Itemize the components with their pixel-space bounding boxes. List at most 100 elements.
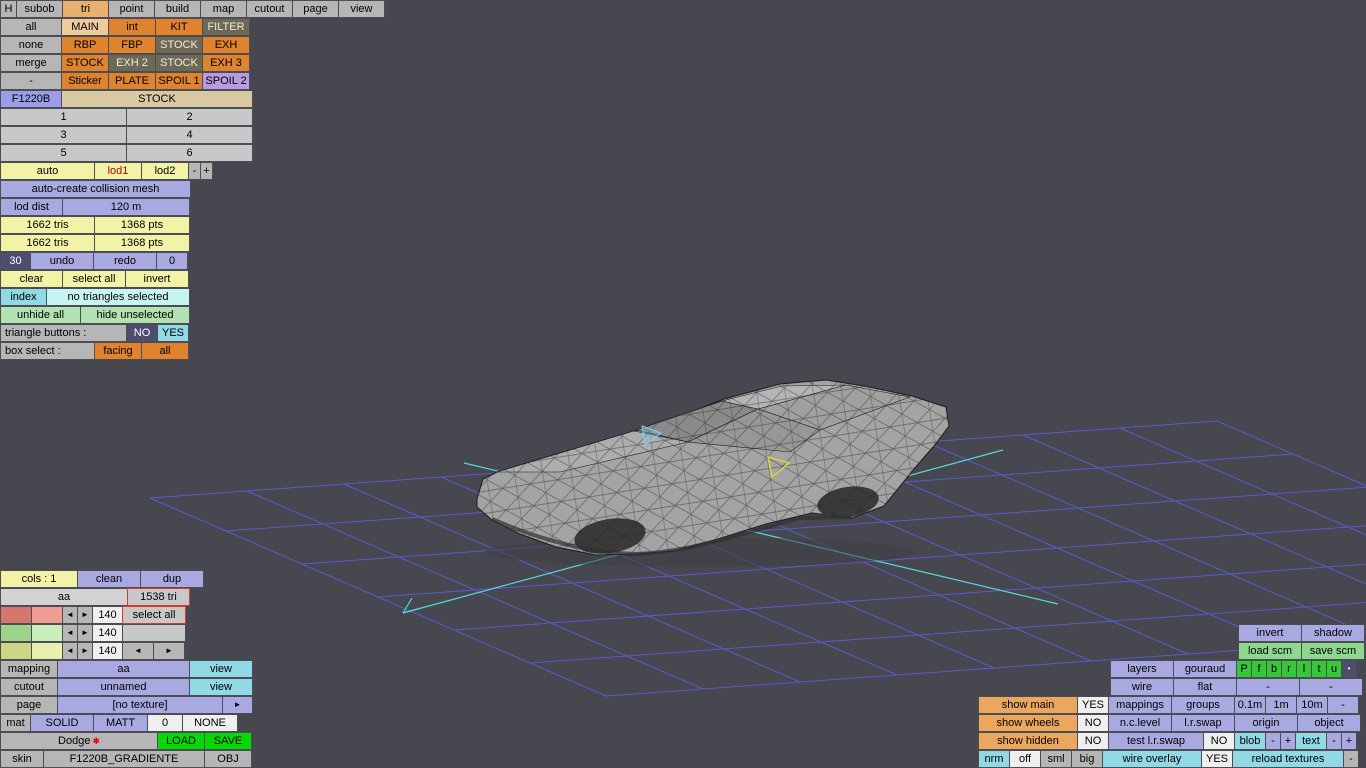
test-lr-swap-button[interactable]: test l.r.swap — [1108, 732, 1204, 750]
subobject-stock3-button[interactable]: STOCK — [155, 54, 203, 72]
mat-matt-button[interactable]: MATT — [93, 714, 148, 732]
shadow-button[interactable]: shadow — [1301, 624, 1365, 642]
wire-dash-button[interactable]: - — [1236, 678, 1300, 696]
nrm-sml-button[interactable]: sml — [1040, 750, 1072, 768]
mat-value[interactable]: 0 — [147, 714, 183, 732]
flat-dash-button[interactable]: - — [1299, 678, 1363, 696]
show-main-value[interactable]: YES — [1077, 696, 1109, 714]
channel-3-value[interactable]: 140 — [92, 642, 123, 660]
text-plus-button[interactable]: + — [1341, 732, 1357, 750]
subobject-stock2-button[interactable]: STOCK — [61, 54, 109, 72]
menu-view[interactable]: view — [338, 0, 385, 18]
snap-01m-button[interactable]: 0.1m — [1234, 696, 1266, 714]
show-wheels-value[interactable]: NO — [1077, 714, 1109, 732]
gouraud-button[interactable]: gouraud — [1173, 660, 1237, 678]
mat-solid-button[interactable]: SOLID — [30, 714, 94, 732]
test-lr-swap-value[interactable]: NO — [1203, 732, 1235, 750]
select-all-button[interactable]: select all — [62, 270, 126, 288]
color-swatch-2-dark[interactable] — [0, 624, 32, 642]
save-button[interactable]: SAVE — [204, 732, 252, 750]
save-scm-button[interactable]: save scm — [1301, 642, 1365, 660]
mappings-button[interactable]: mappings — [1108, 696, 1172, 714]
clear-button[interactable]: clear — [0, 270, 63, 288]
model-name-button[interactable]: F1220B — [0, 90, 62, 108]
invert-button[interactable]: invert — [125, 270, 189, 288]
group-prev-button[interactable]: ◄ — [122, 642, 154, 660]
object-button[interactable]: object — [1297, 714, 1361, 732]
slot-6-button[interactable]: 6 — [126, 144, 253, 162]
nrm-button[interactable]: nrm — [978, 750, 1010, 768]
wire-button[interactable]: wire — [1110, 678, 1174, 696]
lod-dist-value[interactable]: 120 m — [62, 198, 190, 216]
load-scm-button[interactable]: load scm — [1238, 642, 1302, 660]
box-select-facing-button[interactable]: facing — [94, 342, 142, 360]
layer-dot-indicator[interactable]: • — [1341, 660, 1357, 678]
layers-button[interactable]: layers — [1110, 660, 1174, 678]
channel-3-next-button[interactable]: ► — [77, 642, 93, 660]
menu-h[interactable]: H — [0, 0, 17, 18]
slot-3-button[interactable]: 3 — [0, 126, 127, 144]
mapping-view-button[interactable]: view — [189, 660, 253, 678]
subobject-dash-button[interactable]: - — [0, 72, 62, 90]
layer-toggle-f-button[interactable]: f — [1251, 660, 1267, 678]
lod-auto-button[interactable]: auto — [0, 162, 95, 180]
channel-1-prev-button[interactable]: ◄ — [62, 606, 78, 624]
clean-button[interactable]: clean — [77, 570, 141, 588]
layer-toggle-t-button[interactable]: t — [1311, 660, 1327, 678]
auto-create-collision-button[interactable]: auto-create collision mesh — [0, 180, 191, 198]
subobject-merge-button[interactable]: merge — [0, 54, 62, 72]
index-button[interactable]: index — [0, 288, 47, 306]
menu-build[interactable]: build — [154, 0, 201, 18]
subobject-rbp-button[interactable]: RBP — [61, 36, 109, 54]
slot-4-button[interactable]: 4 — [126, 126, 253, 144]
text-button[interactable]: text — [1295, 732, 1327, 750]
subobject-stock-button[interactable]: STOCK — [155, 36, 203, 54]
subobject-main-button[interactable]: MAIN — [61, 18, 109, 36]
menu-cutout[interactable]: cutout — [246, 0, 293, 18]
undo-button[interactable]: undo — [30, 252, 94, 270]
snap-1m-button[interactable]: 1m — [1265, 696, 1297, 714]
subobject-kit-button[interactable]: KIT — [155, 18, 203, 36]
subobject-spoil1-button[interactable]: SPOIL 1 — [155, 72, 203, 90]
color-swatch-2-light[interactable] — [31, 624, 63, 642]
unhide-all-button[interactable]: unhide all — [0, 306, 81, 324]
nrm-big-button[interactable]: big — [1071, 750, 1103, 768]
mat-none-button[interactable]: NONE — [182, 714, 238, 732]
show-main-button[interactable]: show main — [978, 696, 1078, 714]
channel-2-next-button[interactable]: ► — [77, 624, 93, 642]
color-select-all-button[interactable]: select all — [122, 606, 186, 624]
lod-1-button[interactable]: lod1 — [94, 162, 142, 180]
subobject-exh2-button[interactable]: EXH 2 — [108, 54, 156, 72]
blob-minus-button[interactable]: - — [1265, 732, 1281, 750]
lr-swap-button[interactable]: l.r.swap — [1171, 714, 1235, 732]
hide-unselected-button[interactable]: hide unselected — [80, 306, 190, 324]
subobject-plate-button[interactable]: PLATE — [108, 72, 156, 90]
snap-dash-button[interactable]: - — [1327, 696, 1359, 714]
redo-button[interactable]: redo — [93, 252, 157, 270]
subobject-fbp-button[interactable]: FBP — [108, 36, 156, 54]
wire-overlay-value[interactable]: YES — [1201, 750, 1233, 768]
triangle-buttons-no-button[interactable]: NO — [126, 324, 158, 342]
cutout-view-button[interactable]: view — [189, 678, 253, 696]
triangle-buttons-yes-button[interactable]: YES — [157, 324, 189, 342]
subobject-exh-button[interactable]: EXH — [202, 36, 250, 54]
dup-button[interactable]: dup — [140, 570, 204, 588]
box-select-all-button[interactable]: all — [141, 342, 189, 360]
obj-button[interactable]: OBJ — [204, 750, 252, 768]
subobject-all-button[interactable]: all — [0, 18, 62, 36]
layer-toggle-u-button[interactable]: u — [1326, 660, 1342, 678]
subobject-filter-button[interactable]: FILTER — [202, 18, 250, 36]
color-swatch-1-dark[interactable] — [0, 606, 32, 624]
page-next-button[interactable]: ► — [222, 696, 253, 714]
channel-1-next-button[interactable]: ► — [77, 606, 93, 624]
groups-button[interactable]: groups — [1171, 696, 1235, 714]
channel-2-prev-button[interactable]: ◄ — [62, 624, 78, 642]
channel-2-value[interactable]: 140 — [92, 624, 123, 642]
subobject-spoil2-button[interactable]: SPOIL 2 — [202, 72, 250, 90]
slot-2-button[interactable]: 2 — [126, 108, 253, 126]
menu-tri[interactable]: tri — [62, 0, 109, 18]
subobject-exh3-button[interactable]: EXH 3 — [202, 54, 250, 72]
subobject-sticker-button[interactable]: Sticker — [61, 72, 109, 90]
load-button[interactable]: LOAD — [157, 732, 205, 750]
wire-overlay-button[interactable]: wire overlay — [1102, 750, 1202, 768]
